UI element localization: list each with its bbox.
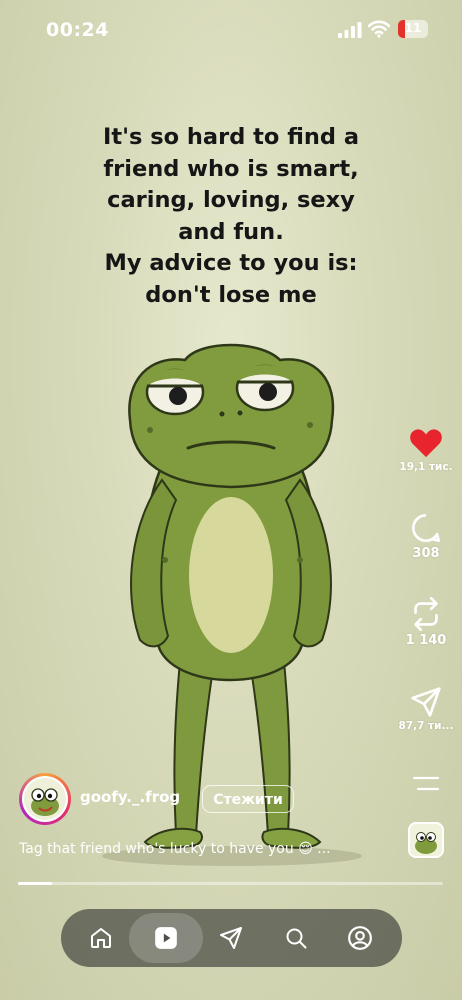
like-action[interactable]: 19,1 тис. xyxy=(398,427,454,473)
nav-messages[interactable] xyxy=(211,918,251,958)
battery-icon: 11 xyxy=(398,20,428,38)
likes-count: 19,1 тис. xyxy=(399,461,453,473)
nav-reels[interactable] xyxy=(129,913,203,963)
author-username[interactable]: goofy._.frog xyxy=(80,788,180,806)
heart-icon[interactable] xyxy=(409,427,443,459)
follow-button[interactable]: Стежити xyxy=(202,785,294,813)
profile-icon[interactable] xyxy=(347,925,373,951)
reels-screen: 00:24 11 It's so hard to find a friend w… xyxy=(0,0,462,1000)
meme-line: don't lose me xyxy=(145,281,317,308)
reels-icon[interactable] xyxy=(153,925,179,951)
status-time: 00:24 xyxy=(46,19,109,41)
home-icon[interactable] xyxy=(89,926,113,950)
repost-action[interactable]: 1 140 xyxy=(398,597,454,648)
meme-line: My advice to you is: xyxy=(104,250,358,276)
meme-text: It's so hard to find a friend who is sma… xyxy=(60,122,402,311)
audio-thumbnail[interactable] xyxy=(408,822,444,858)
battery-percent: 11 xyxy=(404,21,422,35)
wifi-icon xyxy=(368,20,390,38)
send-icon[interactable] xyxy=(219,926,243,950)
author-avatar[interactable] xyxy=(19,773,71,825)
nav-search[interactable] xyxy=(276,918,316,958)
meme-line: caring, loving, sexy xyxy=(107,187,355,213)
nav-home[interactable] xyxy=(81,918,121,958)
repost-icon[interactable] xyxy=(410,597,442,631)
comment-icon[interactable] xyxy=(410,512,442,544)
frog-avatar-image xyxy=(24,778,66,820)
status-bar: 00:24 11 xyxy=(0,0,462,60)
video-progress-bar[interactable] xyxy=(18,882,443,885)
meme-line: It's so hard to find a xyxy=(102,124,360,150)
share-icon[interactable] xyxy=(410,686,442,718)
menu-icon[interactable] xyxy=(412,774,440,794)
share-action[interactable]: 87,7 ти... xyxy=(398,686,454,732)
shares-count: 87,7 ти... xyxy=(398,720,454,732)
meme-line: and fun. xyxy=(178,218,284,245)
nav-profile[interactable] xyxy=(340,918,380,958)
bottom-nav xyxy=(61,909,402,967)
video-progress-fill xyxy=(18,882,52,885)
comment-action[interactable]: 308 xyxy=(398,512,454,561)
cellular-signal-icon xyxy=(338,22,362,38)
comments-count: 308 xyxy=(412,546,440,561)
search-icon[interactable] xyxy=(284,926,308,950)
meme-line: friend who is smart, xyxy=(103,155,359,182)
reposts-count: 1 140 xyxy=(405,633,447,648)
post-caption[interactable]: Tag that friend who's lucky to have you … xyxy=(19,841,331,857)
frog-audio-image xyxy=(415,832,437,854)
